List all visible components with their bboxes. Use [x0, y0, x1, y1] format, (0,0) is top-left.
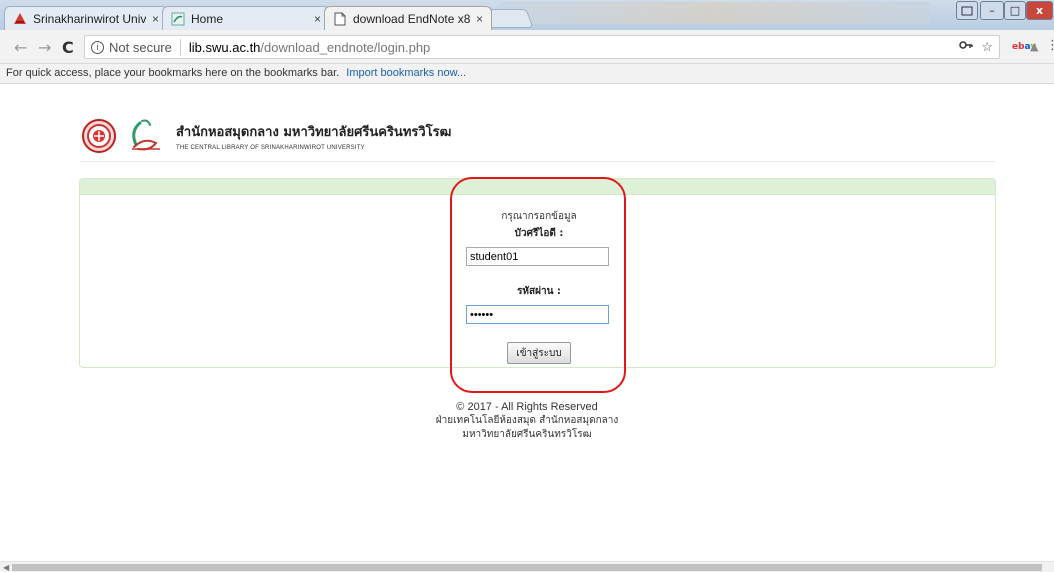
star-icon[interactable]: ☆	[981, 39, 993, 55]
header-divider	[80, 161, 995, 162]
copyright-text: © 2017 - All Rights Reserved	[456, 401, 598, 413]
back-arrow-icon[interactable]: ←	[14, 38, 27, 57]
window-close-button[interactable]: x	[1026, 1, 1053, 20]
import-bookmarks-link[interactable]: Import bookmarks now...	[346, 67, 466, 79]
close-icon[interactable]: ×	[314, 12, 321, 26]
bookmarks-bar: For quick access, place your bookmarks h…	[0, 64, 1054, 84]
divider	[179, 39, 181, 55]
forward-arrow-icon[interactable]: →	[38, 38, 51, 57]
blurred-background-tab	[500, 2, 930, 24]
browser-window: Srinakharinwirot Univers × Home × downlo…	[0, 0, 1054, 572]
page-content: สำนักหอสมุดกลาง มหาวิทยาลัยศรีนครินทรวิโ…	[0, 85, 1054, 561]
maximize-button[interactable]: □	[1004, 1, 1026, 20]
scrollbar-thumb[interactable]	[12, 564, 1042, 571]
swu-favicon-icon	[13, 12, 27, 26]
drive-icon[interactable]: ▲	[1030, 40, 1038, 53]
toolbar: ← → C i Not secure lib.swu.ac.th /downlo…	[0, 30, 1054, 64]
footer-department: ฝ่ายเทคโนโลยีห้องสมุด สำนักหอสมุดกลาง	[435, 415, 619, 426]
close-icon[interactable]: ×	[152, 12, 159, 26]
user-profile-icon[interactable]	[956, 1, 978, 20]
url-path[interactable]: /download_endnote/login.php	[260, 40, 430, 55]
tab-home[interactable]: Home ×	[162, 6, 330, 30]
bookmarks-message: For quick access, place your bookmarks h…	[6, 67, 340, 79]
document-icon	[333, 12, 347, 26]
tab-title: Srinakharinwirot Univers	[33, 11, 146, 26]
security-status[interactable]: Not secure	[109, 40, 172, 55]
page-footer: © 2017 - All Rights Reserved ฝ่ายเทคโนโล…	[0, 400, 1054, 442]
url-host[interactable]: lib.swu.ac.th	[189, 40, 261, 55]
header-text: สำนักหอสมุดกลาง มหาวิทยาลัยศรีนครินทรวิโ…	[176, 121, 451, 151]
omnibox-actions: ☆	[959, 39, 993, 55]
red-highlight-annotation	[450, 177, 626, 393]
library-subtitle: THE CENTRAL LIBRARY OF SRINAKHARINWIROT …	[176, 145, 365, 151]
info-icon[interactable]: i	[91, 40, 104, 54]
tab-title: Home	[191, 11, 224, 26]
footer-university: มหาวิทยาลัยศรีนครินทรวิโรฒ	[462, 429, 592, 440]
tab-strip: Srinakharinwirot Univers × Home × downlo…	[0, 0, 1054, 30]
reload-icon[interactable]: C	[62, 38, 74, 57]
library-title: สำนักหอสมุดกลาง มหาวิทยาลัยศรีนครินทรวิโ…	[176, 125, 452, 140]
menu-icon[interactable]: ⋮	[1046, 38, 1054, 53]
horizontal-scrollbar[interactable]: ◀	[0, 561, 1054, 572]
scroll-left-icon[interactable]: ◀	[3, 563, 9, 572]
key-icon[interactable]	[959, 39, 974, 55]
tab-title: download EndNote x8	[353, 11, 470, 26]
minimize-button[interactable]: –	[980, 1, 1004, 20]
tab-srinakharinwirot[interactable]: Srinakharinwirot Univers ×	[4, 6, 168, 30]
address-bar[interactable]: i Not secure lib.swu.ac.th /download_end…	[84, 35, 1000, 59]
university-seal-logo	[82, 119, 116, 153]
library-logo	[126, 117, 164, 155]
close-icon[interactable]: ×	[476, 12, 483, 26]
leaf-icon	[171, 12, 185, 26]
library-header: สำนักหอสมุดกลาง มหาวิทยาลัยศรีนครินทรวิโ…	[82, 117, 451, 155]
tab-download-endnote[interactable]: download EndNote x8 ×	[324, 6, 492, 30]
